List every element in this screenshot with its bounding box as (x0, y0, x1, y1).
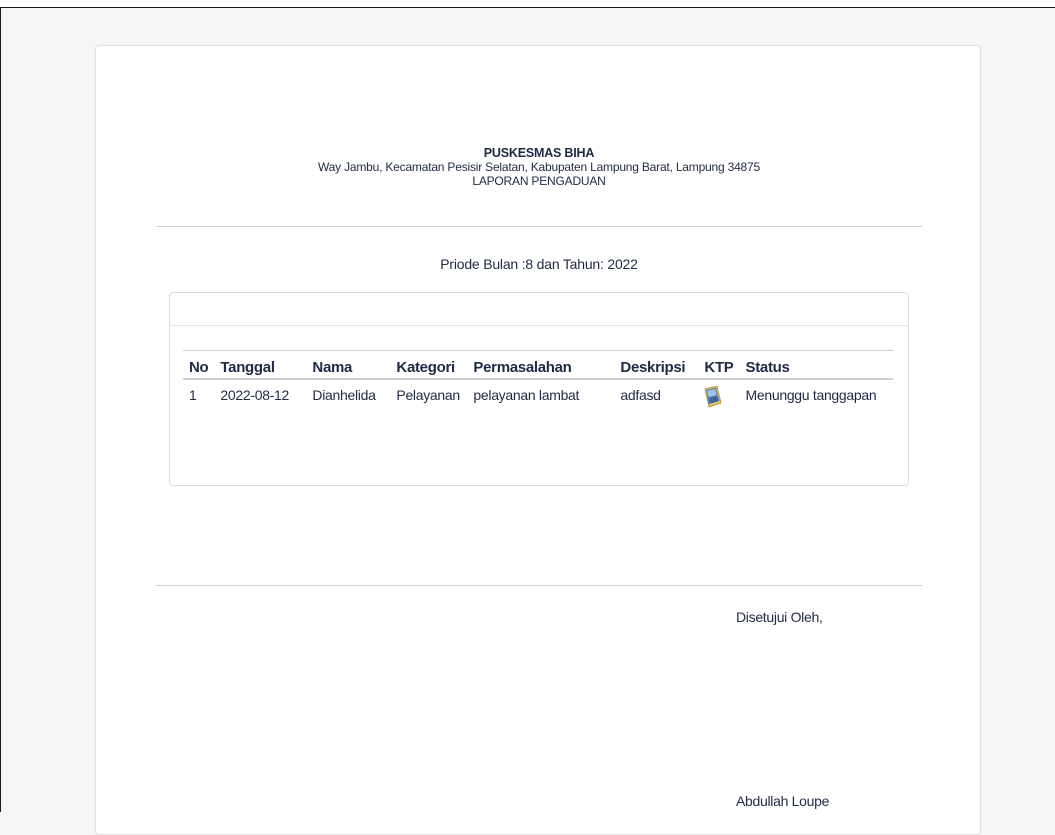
signatory-name: Abdullah Loupe (736, 793, 830, 809)
report-table-panel: No Tanggal Nama Kategori Permasalahan De… (169, 292, 909, 486)
column-header-permasalahan: Permasalahan (473, 359, 572, 376)
header-divider (156, 226, 922, 227)
id-card-image-icon[interactable] (704, 385, 722, 408)
table-row: 1 2022-08-12 Dianhelida Pelayanan pelaya… (183, 379, 893, 419)
complaints-table: No Tanggal Nama Kategori Permasalahan De… (183, 350, 893, 419)
window-top-edge (0, 0, 1055, 8)
report-sheet: PUSKESMAS BIHA Way Jambu, Kecamatan Pesi… (95, 45, 981, 835)
panel-heading (170, 293, 908, 326)
column-header-deskripsi: Deskripsi (620, 359, 686, 376)
cell-deskripsi: adfasd (620, 387, 661, 403)
cell-nama: Dianhelida (312, 387, 376, 403)
window-left-edge (0, 8, 1, 812)
cell-permasalahan: pelayanan lambat (473, 387, 580, 403)
column-header-no: No (189, 359, 209, 376)
cell-kategori: Pelayanan (396, 387, 460, 403)
report-title: LAPORAN PENGADUAN (472, 174, 606, 188)
cell-no: 1 (189, 387, 197, 403)
approved-by-label: Disetujui Oleh, (736, 609, 823, 625)
column-header-kategori: Kategori (396, 359, 455, 376)
column-header-ktp: KTP (704, 359, 734, 376)
table-header-row: No Tanggal Nama Kategori Permasalahan De… (183, 350, 893, 379)
organization-address: Way Jambu, Kecamatan Pesisir Selatan, Ka… (318, 160, 760, 174)
footer-divider (156, 585, 922, 586)
cell-tanggal: 2022-08-12 (220, 387, 290, 403)
report-header: PUSKESMAS BIHA Way Jambu, Kecamatan Pesi… (96, 146, 982, 188)
cell-ktp[interactable] (698, 379, 739, 419)
report-period: Priode Bulan :8 dan Tahun: 2022 (440, 256, 638, 272)
column-header-nama: Nama (312, 359, 353, 376)
cell-status: Menunggu tanggapan (745, 387, 877, 403)
column-header-status: Status (745, 359, 790, 376)
column-header-tanggal: Tanggal (220, 359, 275, 376)
organization-name: PUSKESMAS BIHA (483, 146, 595, 160)
